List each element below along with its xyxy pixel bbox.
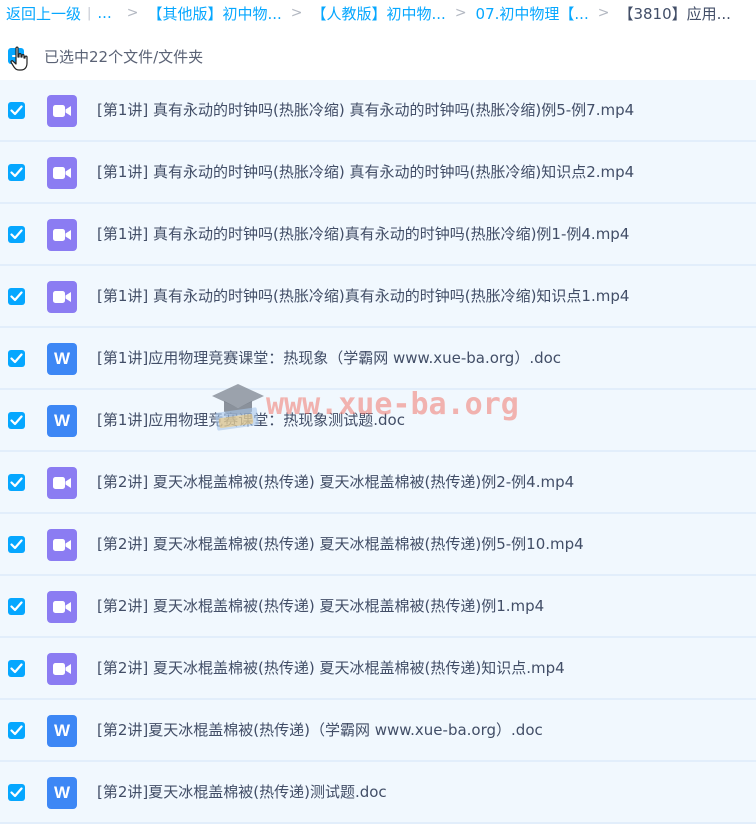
word-doc-icon: W [47,777,77,809]
file-name[interactable]: [第1讲]应用物理竞赛课堂：热现象（学霸网 www.xue-ba.org）.do… [97,347,561,368]
file-row[interactable]: [第2讲] 夏天冰棍盖棉被(热传递) 夏天冰棍盖棉被(热传递)知识点.mp4 [0,638,756,700]
file-row[interactable]: [第1讲] 真有永动的时钟吗(热胀冷缩)真有永动的时钟吗(热胀冷缩)知识点1.m… [0,266,756,328]
file-row[interactable]: [第2讲] 夏天冰棍盖棉被(热传递) 夏天冰棍盖棉被(热传递)例1.mp4 [0,576,756,638]
breadcrumb-item-pep-edition[interactable]: 【人教版】初中物... [312,3,446,24]
file-row[interactable]: [第1讲] 真有永动的时钟吗(热胀冷缩)真有永动的时钟吗(热胀冷缩)例1-例4.… [0,204,756,266]
breadcrumb-item-other-edition[interactable]: 【其他版】初中物... [147,3,281,24]
file-row[interactable]: W [第2讲]夏天冰棍盖棉被(热传递)测试题.doc [0,762,756,824]
file-name[interactable]: [第1讲] 真有永动的时钟吗(热胀冷缩) 真有永动的时钟吗(热胀冷缩)例5-例7… [97,99,634,120]
file-checkbox[interactable] [8,102,25,119]
word-doc-icon: W [47,343,77,375]
file-checkbox[interactable] [8,226,25,243]
word-glyph: W [53,349,71,368]
file-name[interactable]: [第2讲] 夏天冰棍盖棉被(热传递) 夏天冰棍盖棉被(热传递)知识点.mp4 [97,657,565,678]
selection-header: 已选中22个文件/文件夹 [0,40,756,72]
breadcrumb-item-physics-07[interactable]: 07.初中物理【... [476,3,589,24]
file-name[interactable]: [第1讲] 真有永动的时钟吗(热胀冷缩)真有永动的时钟吗(热胀冷缩)例1-例4.… [97,223,629,244]
file-name[interactable]: [第1讲] 真有永动的时钟吗(热胀冷缩) 真有永动的时钟吗(热胀冷缩)知识点2.… [97,161,634,182]
file-list: [第1讲] 真有永动的时钟吗(热胀冷缩) 真有永动的时钟吗(热胀冷缩)例5-例7… [0,80,756,824]
breadcrumb-separator: > [454,5,467,21]
file-checkbox[interactable] [8,474,25,491]
file-checkbox[interactable] [8,722,25,739]
video-file-icon [47,157,77,189]
breadcrumb: 返回上一级 | ... > 【其他版】初中物... > 【人教版】初中物... … [0,0,756,26]
word-doc-icon: W [47,405,77,437]
breadcrumb-divider: | [87,5,92,21]
video-file-icon [47,653,77,685]
breadcrumb-separator: > [290,5,303,21]
file-name[interactable]: [第2讲] 夏天冰棍盖棉被(热传递) 夏天冰棍盖棉被(热传递)例2-例4.mp4 [97,471,574,492]
file-checkbox[interactable] [8,164,25,181]
back-to-parent-link[interactable]: 返回上一级 [6,3,81,24]
selection-status-text: 已选中22个文件/文件夹 [44,48,204,66]
word-glyph: W [53,411,71,430]
file-checkbox[interactable] [8,660,25,677]
file-row[interactable]: W [第2讲]夏天冰棍盖棉被(热传递)（学霸网 www.xue-ba.org）.d… [0,700,756,762]
file-checkbox[interactable] [8,784,25,801]
breadcrumb-current-folder: 【3810】应用... [618,4,731,23]
video-file-icon [47,467,77,499]
file-checkbox[interactable] [8,598,25,615]
file-row[interactable]: W [第1讲]应用物理竞赛课堂：热现象（学霸网 www.xue-ba.org）.d… [0,328,756,390]
breadcrumb-separator: > [126,5,139,21]
video-file-icon [47,591,77,623]
file-row[interactable]: W [第1讲]应用物理竞赛课堂：热现象测试题.doc [0,390,756,452]
file-row[interactable]: [第1讲] 真有永动的时钟吗(热胀冷缩) 真有永动的时钟吗(热胀冷缩)例5-例7… [0,80,756,142]
video-file-icon [47,281,77,313]
file-name[interactable]: [第1讲] 真有永动的时钟吗(热胀冷缩)真有永动的时钟吗(热胀冷缩)知识点1.m… [97,285,629,306]
video-file-icon [47,95,77,127]
file-row[interactable]: [第2讲] 夏天冰棍盖棉被(热传递) 夏天冰棍盖棉被(热传递)例5-例10.mp… [0,514,756,576]
breadcrumb-collapsed-link[interactable]: ... [97,4,111,22]
video-file-icon [47,219,77,251]
file-checkbox[interactable] [8,536,25,553]
file-name[interactable]: [第2讲] 夏天冰棍盖棉被(热传递) 夏天冰棍盖棉被(热传递)例1.mp4 [97,595,544,616]
hand-cursor-icon [10,46,28,71]
file-name[interactable]: [第1讲]应用物理竞赛课堂：热现象测试题.doc [97,409,405,430]
file-name[interactable]: [第2讲]夏天冰棍盖棉被(热传递)测试题.doc [97,781,387,802]
file-checkbox[interactable] [8,288,25,305]
word-doc-icon: W [47,715,77,747]
breadcrumb-separator: > [597,5,610,21]
word-glyph: W [53,721,71,740]
file-name[interactable]: [第2讲] 夏天冰棍盖棉被(热传递) 夏天冰棍盖棉被(热传递)例5-例10.mp… [97,533,584,554]
video-file-icon [47,529,77,561]
word-glyph: W [53,783,71,802]
file-checkbox[interactable] [8,350,25,367]
file-row[interactable]: [第2讲] 夏天冰棍盖棉被(热传递) 夏天冰棍盖棉被(热传递)例2-例4.mp4 [0,452,756,514]
file-checkbox[interactable] [8,412,25,429]
file-row[interactable]: [第1讲] 真有永动的时钟吗(热胀冷缩) 真有永动的时钟吗(热胀冷缩)知识点2.… [0,142,756,204]
file-name[interactable]: [第2讲]夏天冰棍盖棉被(热传递)（学霸网 www.xue-ba.org）.do… [97,719,543,740]
